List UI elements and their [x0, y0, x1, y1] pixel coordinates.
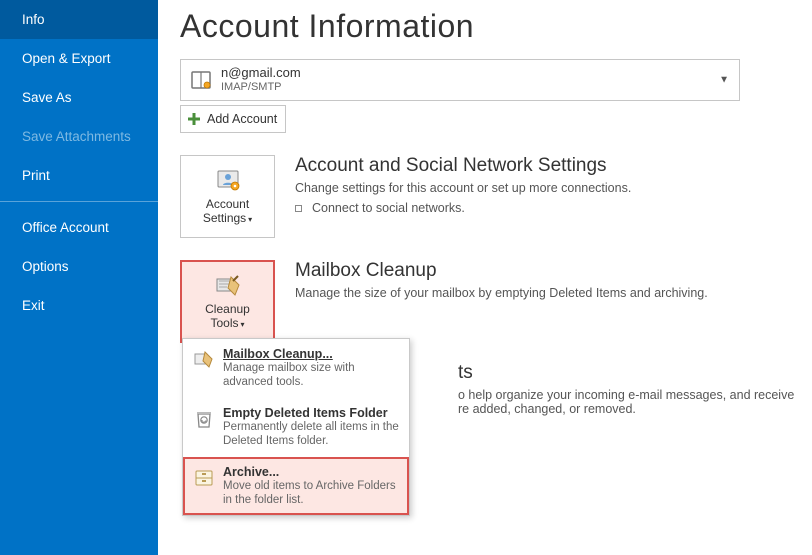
bullet-icon: [295, 205, 302, 212]
menu-item-archive[interactable]: Archive... Move old items to Archive Fol…: [183, 457, 409, 516]
account-email: n@gmail.com: [221, 66, 301, 81]
mailbox-icon: [189, 68, 213, 92]
account-settings-desc: Change settings for this account or set …: [295, 181, 631, 195]
account-settings-heading: Account and Social Network Settings: [295, 155, 631, 177]
trash-icon: [193, 408, 215, 430]
menu-item-title: Mailbox Cleanup...: [223, 347, 399, 361]
sidebar-item-save-attachments: Save Attachments: [0, 117, 158, 156]
menu-item-empty-deleted[interactable]: Empty Deleted Items Folder Permanently d…: [183, 398, 409, 457]
sidebar-separator: [0, 201, 158, 202]
sidebar-item-print[interactable]: Print: [0, 156, 158, 195]
broom-icon: [213, 273, 243, 299]
broom-icon: [193, 349, 215, 371]
rules-heading-fragment: ts: [458, 362, 473, 384]
sidebar-item-info[interactable]: Info: [0, 0, 158, 39]
sidebar-item-options[interactable]: Options: [0, 247, 158, 286]
backstage-sidebar: Info Open & Export Save As Save Attachme…: [0, 0, 158, 555]
menu-item-desc: Move old items to Archive Folders in the…: [223, 479, 399, 508]
account-protocol: IMAP/SMTP: [221, 81, 301, 94]
menu-item-desc: Manage mailbox size with advanced tools.: [223, 361, 399, 390]
page-title: Account Information: [180, 8, 792, 45]
archive-icon: [193, 467, 215, 489]
account-dropdown[interactable]: n@gmail.com IMAP/SMTP ▼: [180, 59, 740, 101]
cleanup-tools-button[interactable]: Cleanup Tools▾: [180, 260, 275, 343]
cleanup-tools-menu: Mailbox Cleanup... Manage mailbox size w…: [182, 338, 410, 516]
menu-item-title: Empty Deleted Items Folder: [223, 406, 399, 420]
mailbox-cleanup-heading: Mailbox Cleanup: [295, 260, 708, 282]
account-settings-button[interactable]: Account Settings▾: [180, 155, 275, 238]
sidebar-item-office-account[interactable]: Office Account: [0, 208, 158, 247]
section-account-settings: Account Settings▾ Account and Social Net…: [180, 155, 792, 238]
menu-item-desc: Permanently delete all items in the Dele…: [223, 420, 399, 449]
menu-item-mailbox-cleanup[interactable]: Mailbox Cleanup... Manage mailbox size w…: [183, 339, 409, 398]
account-settings-caption: Account Settings▾: [203, 198, 252, 226]
connect-social-link[interactable]: Connect to social networks.: [295, 201, 631, 215]
rules-desc-fragment: o help organize your incoming e-mail mes…: [458, 388, 794, 416]
menu-item-title: Archive...: [223, 465, 399, 479]
sidebar-item-save-as[interactable]: Save As: [0, 78, 158, 117]
cleanup-tools-caption: Cleanup Tools▾: [205, 303, 250, 331]
chevron-down-icon: ▼: [719, 75, 729, 86]
plus-icon: [187, 112, 201, 126]
add-account-button[interactable]: Add Account: [180, 105, 286, 133]
section-mailbox-cleanup: Cleanup Tools▾ Mailbox Cleanup Manage th…: [180, 260, 792, 343]
user-gear-icon: [213, 168, 243, 194]
account-text-block: n@gmail.com IMAP/SMTP: [221, 66, 301, 94]
sidebar-item-exit[interactable]: Exit: [0, 286, 158, 325]
add-account-label: Add Account: [207, 112, 277, 126]
connect-social-label: Connect to social networks.: [312, 201, 465, 215]
sidebar-item-open-export[interactable]: Open & Export: [0, 39, 158, 78]
mailbox-cleanup-desc: Manage the size of your mailbox by empty…: [295, 286, 708, 300]
